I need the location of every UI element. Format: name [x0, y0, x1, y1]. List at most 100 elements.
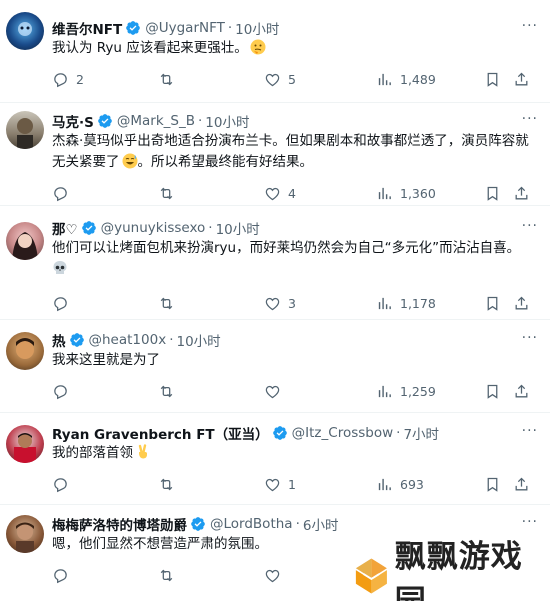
tweet-text-content: 嗯，他们显然不想营造严肃的氛围。: [52, 536, 268, 552]
avatar[interactable]: [6, 12, 44, 50]
separator-dot: ·: [208, 220, 213, 236]
handle[interactable]: @Mark_S_B: [117, 113, 195, 129]
retweet-icon: [160, 73, 173, 85]
avatar[interactable]: [6, 111, 44, 149]
views-button[interactable]: 1,489: [376, 69, 436, 89]
more-options-icon[interactable]: ···: [522, 514, 538, 530]
retweet-icon: [160, 478, 173, 490]
handle[interactable]: @heat100x: [89, 332, 167, 348]
share-icon: [515, 384, 528, 397]
avatar[interactable]: [6, 222, 44, 260]
reply-icon: [54, 477, 67, 492]
heart-icon: [265, 478, 280, 491]
bookmark-button[interactable]: [484, 183, 501, 203]
bookmark-icon: [487, 186, 498, 201]
views-button[interactable]: 1,259: [376, 381, 436, 401]
more-options-icon[interactable]: ···: [522, 218, 538, 234]
avatar[interactable]: [6, 332, 44, 370]
reply-icon: [54, 72, 67, 87]
share-button[interactable]: [513, 69, 530, 89]
retweet-button[interactable]: [158, 69, 182, 89]
more-options-icon[interactable]: ···: [522, 423, 538, 439]
timestamp[interactable]: 10小时: [205, 111, 249, 131]
bookmark-button[interactable]: [484, 381, 501, 401]
like-button[interactable]: [264, 565, 288, 585]
watermark-logo-icon: [355, 558, 387, 594]
share-button[interactable]: [513, 293, 530, 313]
handle[interactable]: @UygarNFT: [145, 20, 225, 36]
separator-dot: ·: [295, 516, 300, 532]
share-button[interactable]: [513, 381, 530, 401]
timestamp[interactable]: 10小时: [216, 218, 260, 238]
share-icon: [515, 72, 528, 85]
like-count: 3: [288, 295, 296, 311]
display-name[interactable]: 马克·S: [52, 111, 94, 131]
display-name[interactable]: 梅梅萨洛特的博塔勋爵: [52, 514, 187, 534]
reply-button[interactable]: [52, 381, 76, 401]
reply-button[interactable]: [52, 293, 76, 313]
more-options-icon[interactable]: ···: [522, 18, 538, 34]
tweet-text-content: 我认为 Ryu 应该看起来更强壮。: [52, 40, 248, 56]
avatar[interactable]: [6, 425, 44, 463]
timestamp[interactable]: 10小时: [176, 330, 220, 350]
reply-button[interactable]: [52, 474, 76, 494]
like-button[interactable]: 3: [264, 293, 296, 313]
timestamp[interactable]: 7小时: [403, 423, 439, 443]
like-count: 1: [288, 476, 296, 492]
handle[interactable]: @LordBotha: [210, 516, 293, 532]
tweet[interactable]: 热 @heat100x · 10小时 ··· 我来这里就是为了 1,259: [0, 320, 550, 413]
view-count: 1,178: [400, 295, 436, 311]
retweet-button[interactable]: [158, 474, 182, 494]
retweet-button[interactable]: [158, 293, 182, 313]
bookmark-button[interactable]: [484, 69, 501, 89]
display-name[interactable]: 那♡: [52, 218, 78, 238]
tweet-header: 马克·S @Mark_S_B · 10小时: [52, 111, 249, 131]
reply-button[interactable]: 2: [52, 69, 84, 89]
share-button[interactable]: [513, 183, 530, 203]
like-button[interactable]: [264, 381, 288, 401]
retweet-button[interactable]: [158, 381, 182, 401]
display-name[interactable]: 维吾尔NFT: [52, 18, 122, 38]
retweet-button[interactable]: [158, 183, 182, 203]
heart-icon: [265, 385, 280, 398]
handle[interactable]: @yunuykissexo: [101, 220, 206, 236]
reply-icon: [54, 186, 67, 201]
bookmark-button[interactable]: [484, 474, 501, 494]
retweet-icon: [160, 187, 173, 199]
more-options-icon[interactable]: ···: [522, 111, 538, 127]
tweet[interactable]: 马克·S @Mark_S_B · 10小时 ··· 杰森·莫玛似乎出奇地适合扮演…: [0, 103, 550, 206]
tweet[interactable]: 那♡ @yunuykissexo · 10小时 ··· 他们可以让烤面包机来扮演…: [0, 206, 550, 320]
tweet-text: 他们可以让烤面包机来扮演ryu，而好莱坞仍然会为自己“多元化”而沾沾自喜。: [52, 238, 538, 283]
views-chart-icon: [378, 297, 391, 309]
timestamp[interactable]: 6小时: [303, 514, 339, 534]
reply-icon: [54, 384, 67, 399]
verified-badge-icon: [190, 516, 206, 532]
tweet-header: 那♡ @yunuykissexo · 10小时: [52, 218, 260, 238]
more-options-icon[interactable]: ···: [522, 330, 538, 346]
views-button[interactable]: 1,360: [376, 183, 436, 203]
like-button[interactable]: 5: [264, 69, 296, 89]
display-name[interactable]: 热: [52, 330, 66, 350]
tweet-text: 我认为 Ryu 应该看起来更强壮。: [52, 38, 538, 62]
view-count: 1,360: [400, 185, 436, 201]
display-name[interactable]: Ryan Gravenberch FT（亚当）: [52, 423, 269, 443]
reply-button[interactable]: [52, 565, 76, 585]
retweet-button[interactable]: [158, 565, 182, 585]
tweet-text: 我来这里就是为了: [52, 350, 538, 371]
handle[interactable]: @Itz_Crossbow: [292, 425, 394, 441]
tweet[interactable]: Ryan Gravenberch FT（亚当） @Itz_Crossbow · …: [0, 413, 550, 505]
tweet[interactable]: 维吾尔NFT @UygarNFT · 10小时 ··· 我认为 Ryu 应该看起…: [0, 0, 550, 103]
like-button[interactable]: 4: [264, 183, 296, 203]
like-button[interactable]: 1: [264, 474, 296, 494]
timestamp[interactable]: 10小时: [235, 18, 279, 38]
views-chart-icon: [378, 73, 391, 85]
like-count: 4: [288, 185, 296, 201]
tweet-text-content: 我的部落首领: [52, 445, 133, 461]
reply-icon: [54, 568, 67, 583]
share-button[interactable]: [513, 474, 530, 494]
avatar[interactable]: [6, 515, 44, 553]
views-button[interactable]: 1,178: [376, 293, 436, 313]
reply-button[interactable]: [52, 183, 76, 203]
views-button[interactable]: 693: [376, 474, 424, 494]
bookmark-button[interactable]: [484, 293, 501, 313]
